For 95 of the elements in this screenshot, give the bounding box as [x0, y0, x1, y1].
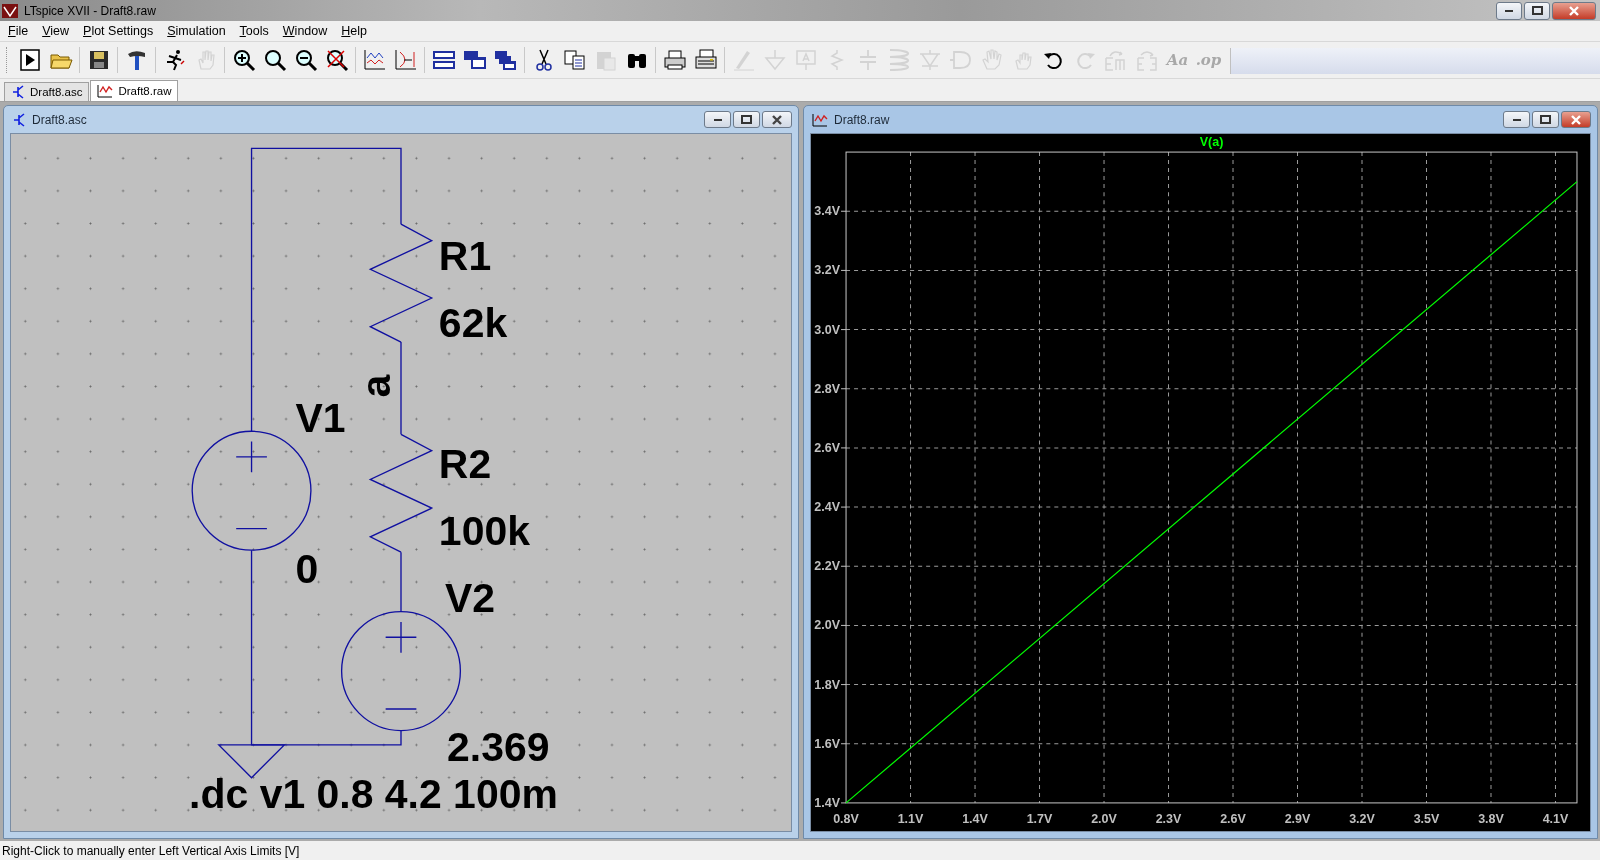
axis-tick-label: 1.6V [814, 736, 841, 751]
axis-tick-label: 1.4V [962, 811, 988, 826]
axis-tick-label: 2.8V [814, 381, 841, 396]
plot-icon [393, 48, 418, 72]
axis-tick-label: 1.7V [1026, 811, 1053, 826]
axis-tick-label: 0.8V [833, 811, 859, 826]
menu-item[interactable]: Tools [232, 24, 276, 38]
app-logo-icon [2, 3, 18, 18]
printer-icon [662, 48, 687, 72]
close-button[interactable] [762, 111, 792, 128]
schematic-icon [11, 85, 25, 99]
copy-icon [562, 48, 587, 72]
minimize-icon [713, 118, 722, 121]
copy-button[interactable] [561, 47, 588, 73]
component-label: R2 [438, 441, 492, 488]
ground-symbol [217, 744, 286, 779]
magnifier-icon [262, 48, 287, 72]
waveform-icon [362, 48, 387, 72]
close-button[interactable] [1561, 111, 1591, 128]
axis-tick-label: 3.8V [1478, 811, 1504, 826]
printer-button[interactable] [661, 47, 688, 73]
axis-tick-label: 2.6V [814, 440, 841, 455]
axis-tick-label: 3.5V [1413, 811, 1440, 826]
component-value: 0 [295, 545, 319, 592]
rotate-icon [1103, 48, 1128, 72]
maximize-icon [1540, 115, 1551, 124]
maximize-button[interactable] [1532, 111, 1559, 128]
schematic-icon [12, 112, 26, 127]
cascade-windows-icon [493, 48, 518, 72]
plot-button[interactable] [392, 47, 419, 73]
component-value: 100k [438, 508, 530, 555]
tile-windows-icon [431, 48, 456, 72]
maximize-button[interactable] [733, 111, 760, 128]
window-title: LTspice XVII - Draft8.raw [24, 3, 157, 18]
document-tab[interactable]: Draft8.raw [90, 80, 179, 101]
component-label: V2 [445, 574, 496, 621]
pencil-icon [731, 48, 756, 72]
document-tab[interactable]: Draft8.asc [4, 82, 90, 101]
axis-tick-label: 3.2V [814, 263, 841, 278]
waveform-button[interactable] [361, 47, 388, 73]
windows-icon [462, 48, 487, 72]
trace-label[interactable]: V(a) [1199, 135, 1224, 150]
close-button[interactable] [1552, 1, 1596, 20]
menu-item[interactable]: Help [334, 24, 374, 38]
waveform-icon [812, 112, 828, 127]
diode-icon [917, 48, 942, 72]
menu-item[interactable]: Simulation [160, 24, 233, 38]
minimize-button[interactable] [1503, 111, 1530, 128]
component-label: R1 [438, 233, 492, 280]
axis-tick-label: 2.2V [814, 559, 841, 574]
maximize-icon [1531, 6, 1543, 15]
printer-icon [693, 48, 718, 72]
axis-tick-label: 2.0V [1091, 811, 1117, 826]
axis-tick-label: 1.4V [814, 795, 841, 810]
menu-item[interactable]: File [1, 24, 36, 38]
zoom-out-icon [293, 48, 318, 72]
close-icon [1569, 5, 1579, 16]
menu-item[interactable]: View [35, 24, 77, 38]
axis-tick-label: 2.9V [1284, 811, 1311, 826]
window-title: Draft8.raw [834, 112, 891, 127]
status-text: Right-Click to manually enter Left Vertical Axis Limits [V] [2, 843, 300, 858]
axis-tick-label: 2.0V [814, 618, 841, 633]
axis-tick-label: 1.8V [814, 677, 841, 692]
waveform-icon [97, 84, 114, 98]
axis-tick-label: 1.1V [897, 811, 924, 826]
zoom-in-icon [231, 48, 256, 72]
minimize-button[interactable] [704, 111, 731, 128]
minimize-icon [1505, 9, 1513, 12]
spice-directive: .dc v1 0.8 4.2 100m [189, 771, 558, 818]
axis-tick-label: 2.6V [1220, 811, 1246, 826]
axis-tick-label: 4.1V [1542, 811, 1569, 826]
menu-item[interactable]: Window [275, 24, 335, 38]
component-value: 62k [438, 299, 508, 346]
axis-tick-label: 3.4V [814, 204, 841, 219]
mirror-icon [1134, 48, 1159, 72]
maximize-icon [741, 115, 752, 124]
axis-tick-label: 2.4V [814, 500, 841, 515]
axis-tick-label: 3.0V [814, 322, 841, 337]
net-label: a [352, 374, 399, 398]
axis-tick-label: 3.2V [1349, 811, 1375, 826]
close-icon [1571, 114, 1581, 125]
label-icon [793, 48, 818, 72]
crossed-magnifier-icon [324, 48, 349, 72]
window-title: Draft8.asc [32, 112, 88, 127]
menu-item[interactable]: Plot Settings [76, 24, 161, 38]
minimize-button[interactable] [1496, 1, 1522, 20]
minimize-icon [1512, 118, 1521, 121]
ground-icon [762, 48, 787, 72]
component-label: V1 [295, 395, 346, 442]
maximize-button[interactable] [1524, 1, 1550, 20]
close-icon [772, 114, 782, 125]
component-value: 2.369 [447, 724, 550, 771]
axis-tick-label: 2.3V [1155, 811, 1182, 826]
gate-icon [948, 48, 973, 72]
play-icon [17, 48, 42, 72]
